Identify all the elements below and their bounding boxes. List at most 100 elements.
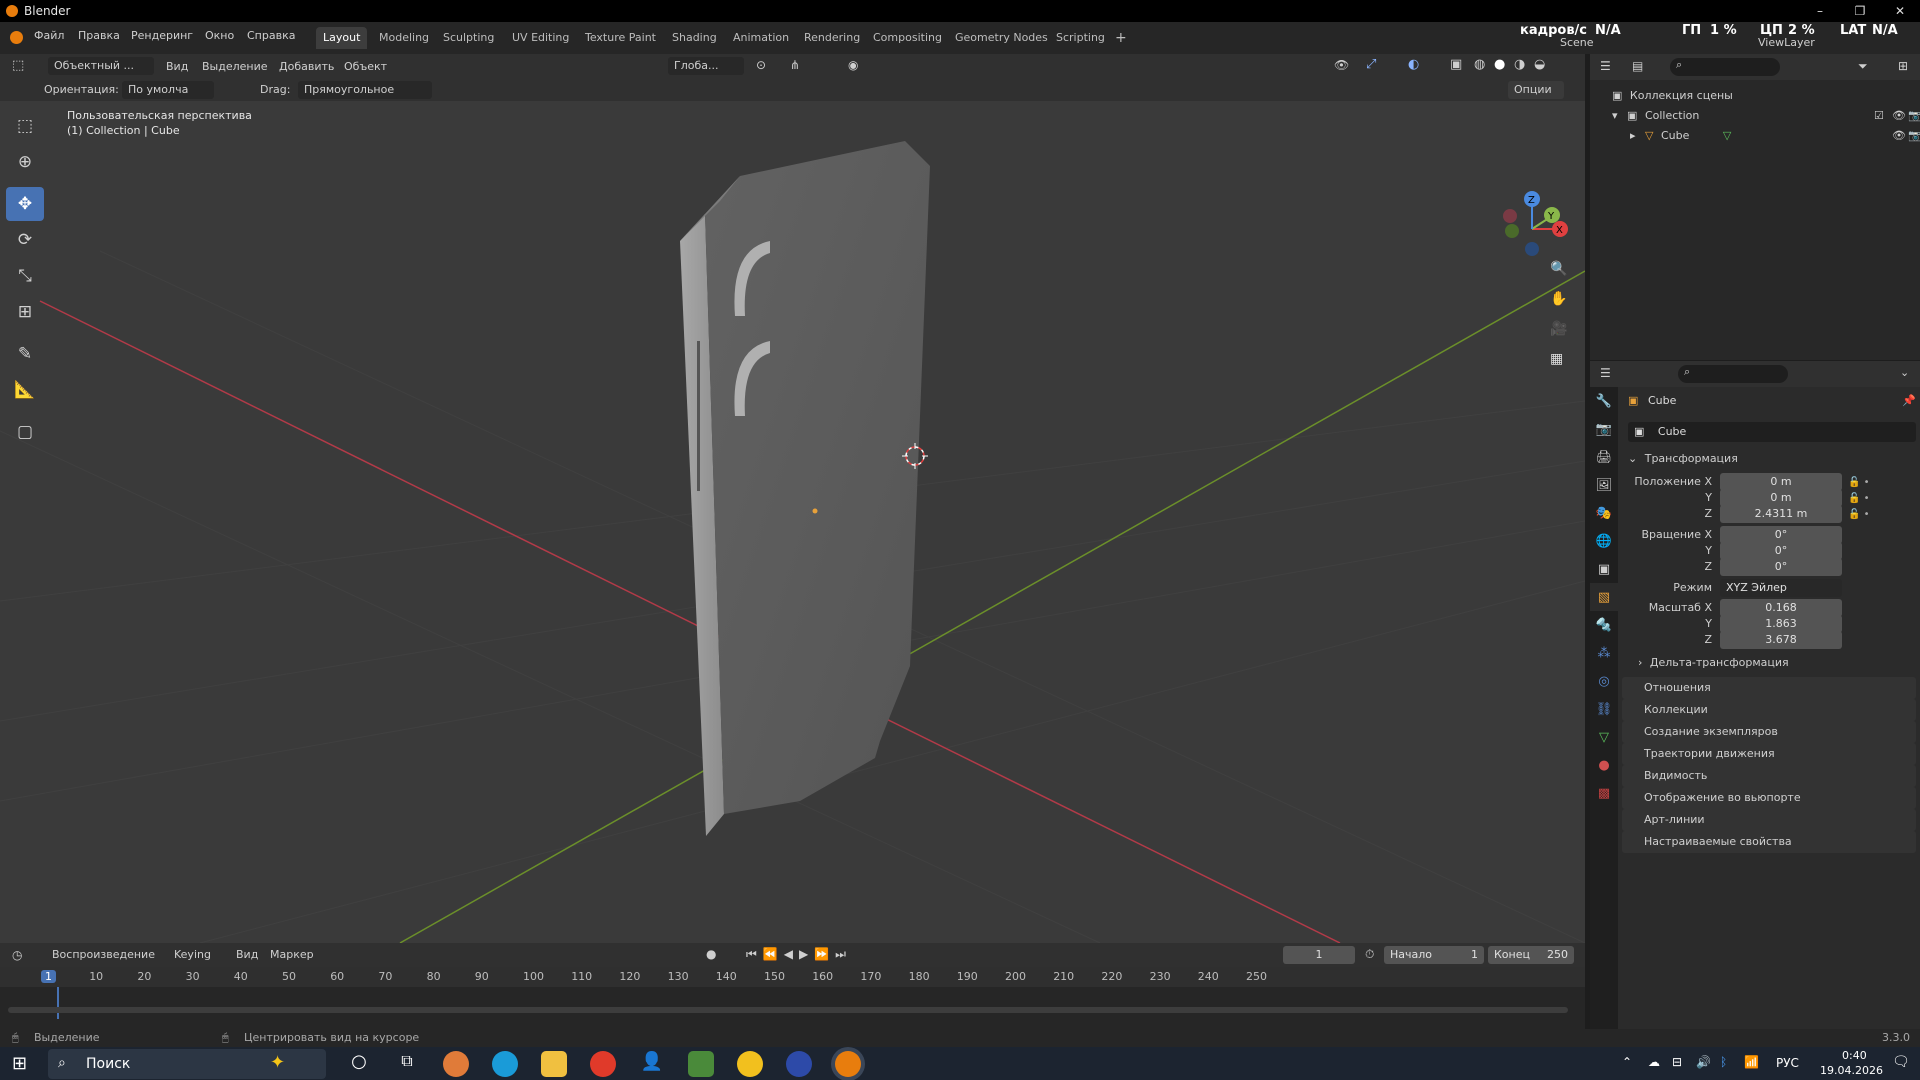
timeline-area[interactable]: 1 10 20 30 40 50 60 70 80 90 100 110 120 130 140 150 160… xyxy=(0,967,1585,1029)
end-frame-field[interactable]: Конец 250 xyxy=(1488,946,1574,964)
lock-icon[interactable]: 🔓 • xyxy=(1848,491,1870,507)
outliner-search-input[interactable]: ⌕ xyxy=(1670,58,1780,76)
expand-arrow-icon[interactable]: ▾ xyxy=(1612,109,1618,122)
location-z-field[interactable]: 2.4311 m xyxy=(1720,505,1842,523)
section-custom-properties[interactable]: Настраиваемые свойства xyxy=(1622,831,1916,853)
navigation-gizmo[interactable]: X Y Z xyxy=(1503,191,1568,256)
outliner-row-collection[interactable]: ▾ ▣ Collection ☑ 👁 📷 xyxy=(1612,106,1920,126)
material-shading-icon[interactable]: ◑ xyxy=(1514,57,1525,72)
menu-playback[interactable]: Воспроизведение xyxy=(46,946,161,964)
world-tab-icon[interactable]: 🌐 xyxy=(1590,527,1618,555)
maximize-button[interactable]: ❐ xyxy=(1840,0,1880,22)
add-workspace-button[interactable]: + xyxy=(1108,27,1134,49)
chevron-down-icon[interactable]: ⌄ xyxy=(1900,366,1909,379)
particles-tab-icon[interactable]: ⁂ xyxy=(1590,639,1618,667)
bluetooth-icon[interactable]: ᛒ xyxy=(1720,1055,1727,1069)
file-explorer-icon[interactable] xyxy=(541,1051,567,1077)
material-tab-icon[interactable]: ● xyxy=(1590,751,1618,779)
rotation-z-field[interactable]: 0° xyxy=(1720,558,1842,576)
object-name-input[interactable]: ▣ Cube xyxy=(1628,422,1916,442)
visibility-icon[interactable]: 👁 xyxy=(1334,58,1349,72)
scale-z-field[interactable]: 3.678 xyxy=(1720,631,1842,649)
transform-orientation-dropdown[interactable]: Глоба... xyxy=(668,57,744,75)
menu-file[interactable]: Файл xyxy=(34,29,64,42)
physics-tab-icon[interactable]: ◎ xyxy=(1590,667,1618,695)
clock-icon[interactable]: ⏱ xyxy=(1365,947,1374,962)
delta-transform-section[interactable]: › Дельта-трансформация xyxy=(1638,653,1916,673)
timeline-editor-icon[interactable]: ◷ xyxy=(12,948,22,962)
blender-menu-icon[interactable] xyxy=(10,31,23,44)
outliner-row-cube[interactable]: ▸ ▽ Cube ▽ 👁 📷 xyxy=(1630,126,1920,146)
expand-arrow-icon[interactable]: ▸ xyxy=(1630,129,1636,142)
move-tool[interactable]: ✥ xyxy=(6,187,44,221)
wifi-icon[interactable]: 📶 xyxy=(1744,1055,1759,1069)
filter-icon[interactable]: ⏷ xyxy=(1858,59,1868,74)
constraints-tab-icon[interactable]: ⛓ xyxy=(1590,695,1618,723)
input-language[interactable]: РУС xyxy=(1776,1056,1799,1070)
drag-dropdown[interactable]: Прямоугольное выд... xyxy=(298,81,432,114)
pin-icon[interactable]: 📌 xyxy=(1902,394,1916,407)
menu-view[interactable]: Вид xyxy=(166,60,188,73)
blender-taskbar-icon[interactable] xyxy=(835,1051,861,1077)
playback-controls[interactable]: ⏮⏪◀▶⏩⏭ xyxy=(746,947,852,962)
transform-tool[interactable]: ⊞ xyxy=(6,295,44,329)
onedrive-icon[interactable]: ☁ xyxy=(1648,1055,1660,1069)
include-checkbox[interactable]: ☑ xyxy=(1874,106,1884,126)
menu-render[interactable]: Рендеринг xyxy=(131,29,193,42)
task-view-icon[interactable]: ⧉ xyxy=(394,1051,420,1077)
annotate-tool[interactable]: ✎ xyxy=(6,337,44,371)
zoom-icon[interactable]: 🔍 xyxy=(1550,261,1567,277)
tab-modeling[interactable]: Modeling xyxy=(372,27,436,49)
tab-sculpting[interactable]: Sculpting xyxy=(436,27,501,49)
menu-timeline-view[interactable]: Вид xyxy=(236,948,258,961)
new-collection-icon[interactable]: ⊞ xyxy=(1898,59,1908,73)
section-motion-paths[interactable]: Траектории движения xyxy=(1622,743,1916,765)
volume-icon[interactable]: 🔊 xyxy=(1696,1055,1711,1069)
collection-tab-icon[interactable]: ▣ xyxy=(1590,555,1618,583)
tab-shading[interactable]: Shading xyxy=(665,27,724,49)
minecraft-icon[interactable] xyxy=(688,1051,714,1077)
taskbar-search-input[interactable]: ⌕ Поиск ✦ xyxy=(48,1049,326,1079)
modifier-tab-icon[interactable]: 🔩 xyxy=(1590,611,1618,639)
app-icon-1[interactable] xyxy=(443,1051,469,1077)
yandex-browser-icon[interactable] xyxy=(737,1051,763,1077)
section-visibility[interactable]: Видимость xyxy=(1622,765,1916,787)
cube-object[interactable] xyxy=(705,141,930,814)
editor-type-icon[interactable]: ⬚ xyxy=(12,58,24,73)
network-icon[interactable]: ⊟ xyxy=(1672,1055,1682,1069)
tab-scripting[interactable]: Scripting xyxy=(1049,27,1112,49)
object-tab-icon[interactable]: ▧ xyxy=(1590,583,1618,611)
tray-chevron-icon[interactable]: ⌃ xyxy=(1622,1055,1632,1069)
menu-object[interactable]: Объект xyxy=(344,60,387,73)
minimize-button[interactable]: – xyxy=(1800,0,1840,22)
eye-icon[interactable]: 👁 xyxy=(1892,106,1906,126)
tab-layout[interactable]: Layout xyxy=(316,27,368,49)
section-collections[interactable]: Коллекции xyxy=(1622,699,1916,721)
section-instancing[interactable]: Создание экземпляров xyxy=(1622,721,1916,743)
record-icon[interactable]: ● xyxy=(706,947,716,961)
user-app-icon[interactable]: 👤 xyxy=(639,1051,665,1077)
output-tab-icon[interactable]: 🖨 xyxy=(1590,443,1618,471)
windows-start-icon[interactable]: ⊞ xyxy=(12,1053,27,1074)
close-button[interactable]: ✕ xyxy=(1880,0,1920,22)
rendered-shading-icon[interactable]: ◒ xyxy=(1534,57,1545,72)
notifications-icon[interactable]: 🗨 xyxy=(1892,1054,1910,1070)
texture-tab-icon[interactable]: ▩ xyxy=(1590,779,1618,807)
yandex-icon[interactable] xyxy=(590,1051,616,1077)
solid-shading-icon[interactable]: ● xyxy=(1494,57,1505,72)
rotate-tool[interactable]: ⟳ xyxy=(6,223,44,257)
clock-date[interactable]: 19.04.2026 xyxy=(1820,1064,1883,1077)
menu-keying[interactable]: Keying xyxy=(168,946,217,964)
section-relations[interactable]: Отношения xyxy=(1622,677,1916,699)
mode-dropdown[interactable]: Объектный ... xyxy=(48,57,154,75)
tab-geometry-nodes[interactable]: Geometry Nodes xyxy=(948,27,1055,49)
frame-ruler[interactable]: 1 10 20 30 40 50 60 70 80 90 100 110 120 130 140 150 160… xyxy=(0,967,1585,987)
measure-tool[interactable]: 📐 xyxy=(6,373,44,407)
options-dropdown[interactable]: Опции xyxy=(1508,81,1564,99)
tab-animation[interactable]: Animation xyxy=(726,27,796,49)
select-box-tool[interactable]: ⬚ xyxy=(6,109,44,143)
transform-section-header[interactable]: ⌄ Трансформация xyxy=(1628,449,1916,469)
menu-select[interactable]: Выделение xyxy=(202,60,268,73)
render-tab-icon[interactable]: 📷 xyxy=(1590,415,1618,443)
cortana-icon[interactable]: ○ xyxy=(346,1051,372,1077)
